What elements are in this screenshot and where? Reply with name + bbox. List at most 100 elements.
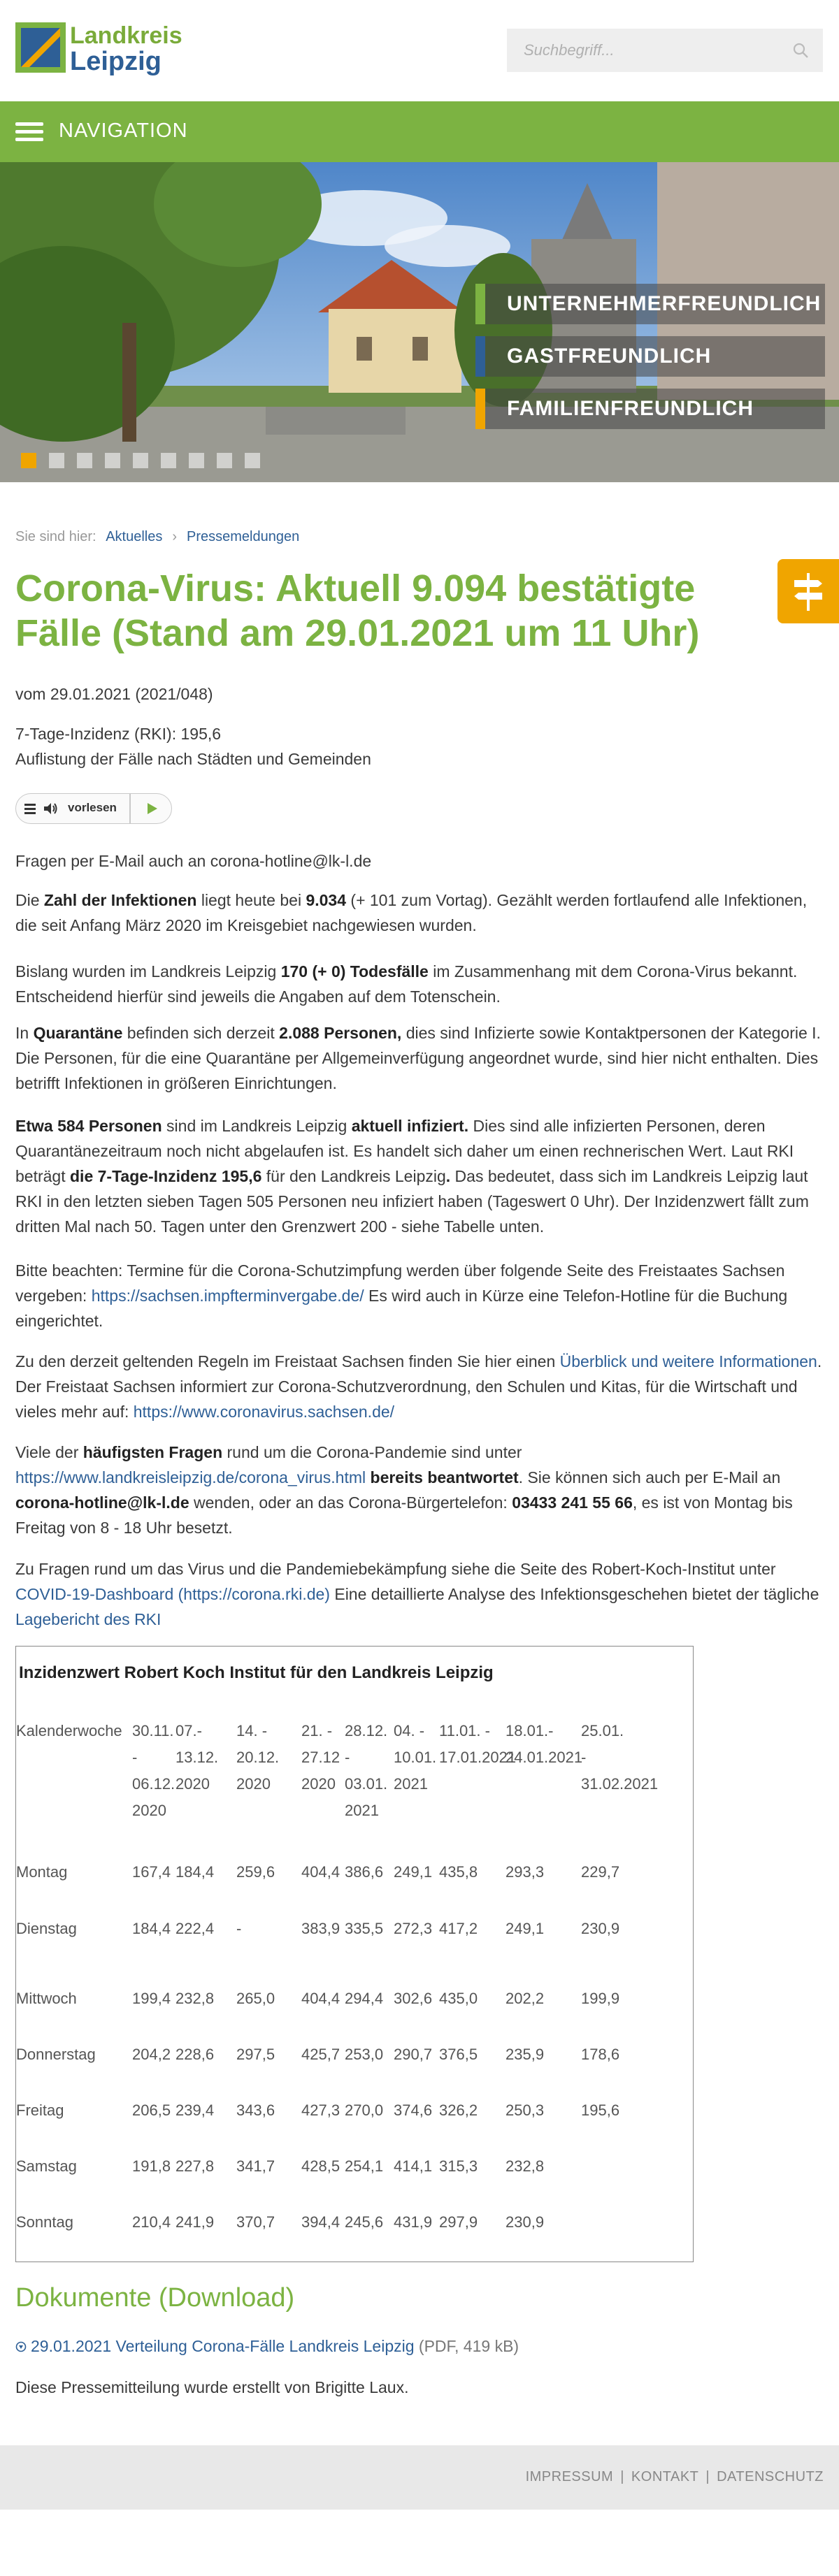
play-icon[interactable]: [145, 802, 159, 816]
article-date: vom 29.01.2021 (2021/048): [15, 685, 213, 703]
table-row-day: Dienstag: [16, 1920, 77, 1937]
read-aloud-label[interactable]: vorlesen: [68, 801, 117, 815]
search-input[interactable]: [507, 29, 803, 72]
slider-dot[interactable]: [77, 453, 92, 468]
paragraph-rki: Zu Fragen rund um das Virus und die Pand…: [15, 1560, 819, 1628]
table-cell: 435,0: [439, 1990, 478, 2007]
tagline-color-bar: [475, 284, 485, 324]
paragraph-vaccination: Bitte beachten: Termine für die Corona-S…: [15, 1261, 788, 1330]
menu-icon[interactable]: [24, 803, 36, 814]
table-cell: 272,3: [394, 1920, 433, 1937]
table-cell: 343,6: [236, 2101, 275, 2119]
slider-dot[interactable]: [245, 453, 260, 468]
search-icon[interactable]: [792, 42, 809, 59]
hamburger-menu-icon[interactable]: [15, 122, 43, 142]
breadcrumb-link-pressemeldungen[interactable]: Pressemeldungen: [187, 529, 299, 544]
table-header-cell: 25.01.: [581, 1722, 624, 1739]
table-header-cell: 18.01.-: [505, 1722, 554, 1739]
footer-link-impressum[interactable]: IMPRESSUM: [526, 2469, 614, 2484]
logo-text-leipzig: Leipzig: [70, 47, 162, 76]
table-cell: 404,4: [301, 1990, 340, 2007]
navigation-bar[interactable]: NAVIGATION: [0, 101, 839, 162]
table-row-day: Mittwoch: [16, 1990, 77, 2007]
table-header-label: Kalenderwoche: [16, 1722, 122, 1739]
slider-dot[interactable]: [105, 453, 120, 468]
document-download-link[interactable]: 29.01.2021 Verteilung Corona-Fälle Landk…: [31, 2337, 415, 2355]
slider-dot[interactable]: [49, 453, 64, 468]
slider-dot[interactable]: [133, 453, 148, 468]
tagline-gastfreundlich: GASTFREUNDLICH: [475, 336, 825, 377]
footer-link-datenschutz[interactable]: DATENSCHUTZ: [717, 2469, 824, 2484]
table-header-cell: 13.12.: [175, 1749, 219, 1766]
page-title: Corona-Virus: Aktuell 9.094 bestätigte F…: [15, 567, 700, 654]
table-header-cell: 03.01.: [345, 1775, 388, 1793]
table-header-cell: 20.12.: [236, 1749, 280, 1766]
table-header-cell: 14. -: [236, 1722, 268, 1739]
breadcrumb-prefix: Sie sind hier:: [15, 529, 96, 544]
table-cell: 315,3: [439, 2157, 478, 2175]
table-cell: 245,6: [345, 2213, 384, 2231]
divider: [129, 794, 131, 823]
table-cell: 204,2: [132, 2046, 171, 2063]
slider-dot[interactable]: [21, 453, 36, 468]
email-question: Fragen per E-Mail auch an corona-hotline…: [15, 852, 372, 870]
table-cell: 370,7: [236, 2213, 275, 2231]
search-box: [507, 29, 823, 72]
link-rki-lagebericht[interactable]: Lagebericht des RKI: [15, 1610, 161, 1628]
link-overview-information[interactable]: Überblick und weitere Informationen: [560, 1352, 817, 1370]
footer-separator: |: [620, 2469, 624, 2484]
hero-banner: UNTERNEHMERFREUNDLICH GASTFREUNDLICH FAM…: [0, 162, 839, 482]
paragraph-quarantine: In Quarantäne befinden sich derzeit 2.08…: [15, 1024, 821, 1092]
table-cell: 249,1: [394, 1863, 433, 1881]
tagline-color-bar: [475, 389, 485, 429]
signpost-tab[interactable]: [777, 559, 839, 623]
table-header-cell: 11.01. -: [439, 1722, 490, 1739]
link-impfterminvergabe[interactable]: https://sachsen.impfterminvergabe.de/: [92, 1287, 364, 1305]
footer-separator: |: [705, 2469, 710, 2484]
table-header-cell: 2020: [132, 1802, 166, 1819]
slider-dot[interactable]: [161, 453, 176, 468]
table-cell: 341,7: [236, 2157, 275, 2175]
table-cell: 229,7: [581, 1863, 620, 1881]
table-cell: 253,0: [345, 2046, 384, 2063]
site-footer: IMPRESSUM | KONTAKT | DATENSCHUTZ: [0, 2445, 839, 2510]
table-row-day: Montag: [16, 1863, 68, 1881]
logo-icon: [15, 22, 66, 73]
paragraph-rules: Zu den derzeit geltenden Regeln im Freis…: [15, 1352, 822, 1421]
slider-dot[interactable]: [189, 453, 204, 468]
download-icon[interactable]: [15, 2341, 27, 2352]
navigation-label[interactable]: NAVIGATION: [59, 120, 188, 143]
read-aloud-widget[interactable]: vorlesen: [15, 793, 172, 824]
table-cell: 294,4: [345, 1990, 384, 2007]
tagline-text: GASTFREUNDLICH: [507, 345, 712, 368]
table-cell: 191,8: [132, 2157, 171, 2175]
document-download: 29.01.2021 Verteilung Corona-Fälle Landk…: [15, 2337, 519, 2356]
footer-link-kontakt[interactable]: KONTAKT: [631, 2469, 698, 2484]
table-cell: 427,3: [301, 2101, 340, 2119]
table-cell: 326,2: [439, 2101, 478, 2119]
speaker-icon: [44, 803, 57, 814]
document-meta: (PDF, 419 kB): [418, 2337, 519, 2355]
table-cell: 265,0: [236, 1990, 275, 2007]
table-cell: 435,8: [439, 1863, 478, 1881]
link-landkreis-corona[interactable]: https://www.landkreisleipzig.de/corona_v…: [15, 1468, 366, 1486]
slider-dot[interactable]: [217, 453, 232, 468]
link-coronavirus-sachsen[interactable]: https://www.coronavirus.sachsen.de/: [134, 1403, 394, 1421]
table-cell: 227,8: [175, 2157, 215, 2175]
signpost-icon: [794, 573, 822, 611]
table-cell: 222,4: [175, 1920, 215, 1937]
table-cell: 230,9: [505, 2213, 545, 2231]
footer-links: IMPRESSUM | KONTAKT | DATENSCHUTZ: [526, 2469, 824, 2485]
table-header-cell: -: [345, 1749, 350, 1766]
author-note: Diese Pressemitteilung wurde erstellt vo…: [15, 2378, 409, 2396]
breadcrumb-link-aktuelles[interactable]: Aktuelles: [106, 529, 162, 544]
table-row-day: Samstag: [16, 2157, 77, 2175]
table-cell: 376,5: [439, 2046, 478, 2063]
table-cell: 297,5: [236, 2046, 275, 2063]
table-header-cell: 2020: [301, 1775, 336, 1793]
link-rki-dashboard[interactable]: COVID-19-Dashboard (https://corona.rki.d…: [15, 1585, 330, 1603]
site-header: Landkreis Leipzig: [0, 0, 839, 101]
table-header-cell: -: [132, 1749, 138, 1766]
table-header-cell: 2021: [345, 1802, 379, 1819]
site-logo[interactable]: Landkreis Leipzig: [15, 22, 182, 78]
